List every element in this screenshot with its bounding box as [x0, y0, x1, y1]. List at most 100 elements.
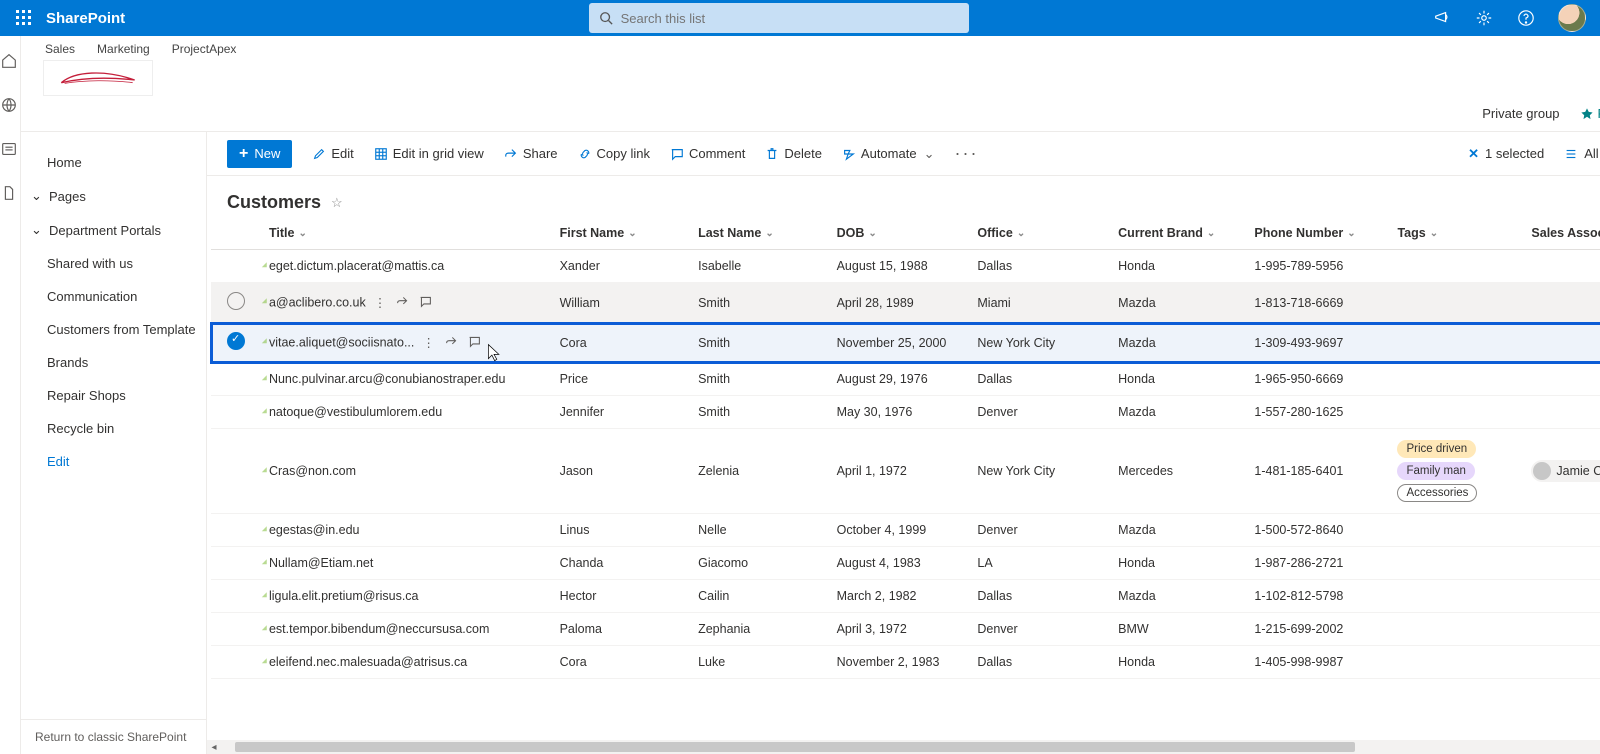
row-title[interactable]: egestas@in.edu [269, 523, 360, 537]
nav-item-recycle-bin[interactable]: Recycle bin [21, 412, 206, 445]
cell-first-name: Jennifer [552, 396, 691, 429]
nav-item-edit[interactable]: Edit [21, 445, 206, 478]
table-row[interactable]: eleifend.nec.malesuada@atrisus.caCoraLuk… [211, 646, 1600, 679]
globe-icon[interactable] [0, 96, 20, 116]
share-button[interactable]: Share [504, 146, 558, 161]
comment-button[interactable]: Comment [670, 146, 745, 161]
table-row[interactable]: natoque@vestibulumlorem.eduJenniferSmith… [211, 396, 1600, 429]
files-icon[interactable] [0, 184, 20, 204]
cell-dob: November 2, 1983 [829, 646, 970, 679]
settings-icon[interactable] [1474, 8, 1494, 28]
row-comment-icon[interactable] [468, 335, 481, 351]
cell-tags [1389, 363, 1523, 396]
row-title[interactable]: eget.dictum.placerat@mattis.ca [269, 259, 444, 273]
nav-item-home[interactable]: Home [21, 146, 206, 179]
nav-item-brands[interactable]: Brands [21, 346, 206, 379]
view-switcher[interactable]: All Items⌄ [1564, 146, 1600, 162]
row-more-icon[interactable]: ⋮ [422, 335, 435, 351]
cell-phone: 1-405-998-9987 [1246, 646, 1389, 679]
help-icon[interactable] [1516, 8, 1536, 28]
cell-tags [1389, 250, 1523, 283]
cell-first-name: Cora [552, 646, 691, 679]
col-header-tags[interactable]: Tags⌄ [1389, 217, 1523, 250]
table-row[interactable]: vitae.aliquet@sociisnato...⋮CoraSmithNov… [211, 323, 1600, 363]
table-row[interactable]: a@aclibero.co.uk⋮WilliamSmithApril 28, 1… [211, 283, 1600, 323]
selection-indicator[interactable]: ✕1 selected [1468, 146, 1544, 162]
table-row[interactable]: Nullam@Etiam.netChandaGiacomoAugust 4, 1… [211, 547, 1600, 580]
automate-button[interactable]: Automate⌄ [842, 146, 935, 162]
col-header-dob[interactable]: DOB⌄ [829, 217, 970, 250]
table-row[interactable]: egestas@in.eduLinusNelleOctober 4, 1999D… [211, 514, 1600, 547]
row-title[interactable]: eleifend.nec.malesuada@atrisus.ca [269, 655, 467, 669]
news-icon[interactable] [0, 140, 20, 160]
row-more-icon[interactable]: ⋮ [374, 295, 387, 311]
tag-pill[interactable]: Price driven [1397, 440, 1476, 458]
brand-label[interactable]: SharePoint [46, 10, 125, 27]
row-title[interactable]: Cras@non.com [269, 464, 356, 478]
table-row[interactable]: eget.dictum.placerat@mattis.caXanderIsab… [211, 250, 1600, 283]
row-share-icon[interactable] [445, 335, 458, 351]
col-header-current-brand[interactable]: Current Brand⌄ [1110, 217, 1246, 250]
user-avatar[interactable] [1558, 4, 1586, 32]
row-title[interactable]: ligula.elit.pretium@risus.ca [269, 589, 419, 603]
edit-grid-button[interactable]: Edit in grid view [374, 146, 484, 161]
copylink-button[interactable]: Copy link [578, 146, 650, 161]
row-title[interactable]: a@aclibero.co.uk [269, 295, 366, 309]
cell-sales-associate: Jamie Crust [1523, 429, 1600, 514]
nav-item-communication[interactable]: Communication [21, 280, 206, 313]
col-header-last-name[interactable]: Last Name⌄ [690, 217, 829, 250]
row-title[interactable]: natoque@vestibulumlorem.edu [269, 405, 442, 419]
site-logo[interactable] [43, 60, 153, 96]
table-row[interactable]: ligula.elit.pretium@risus.caHectorCailin… [211, 580, 1600, 613]
row-comment-icon[interactable] [419, 295, 432, 311]
cell-dob: October 4, 1999 [829, 514, 970, 547]
search-input[interactable] [621, 11, 959, 26]
nav-item-department-portals[interactable]: ⌄Department Portals [21, 213, 206, 247]
nav-item-repair-shops[interactable]: Repair Shops [21, 379, 206, 412]
megaphone-icon[interactable] [1432, 8, 1452, 28]
row-share-icon[interactable] [396, 295, 409, 311]
search-box[interactable] [589, 3, 969, 33]
col-header-title[interactable]: Title⌄ [261, 217, 552, 250]
return-classic-link[interactable]: Return to classic SharePoint [21, 719, 206, 754]
person-pill[interactable]: Jamie Crust [1531, 460, 1600, 482]
h-scrollbar[interactable]: ◂ ▸ [207, 740, 1600, 754]
table-row[interactable]: Nunc.pulvinar.arcu@conubianostraper.eduP… [211, 363, 1600, 396]
home-icon[interactable] [0, 52, 20, 72]
row-title[interactable]: est.tempor.bibendum@neccursusa.com [269, 622, 489, 636]
row-title[interactable]: Nunc.pulvinar.arcu@conubianostraper.edu [269, 372, 505, 386]
cell-tags [1389, 283, 1523, 323]
clear-selection-icon[interactable]: ✕ [1468, 146, 1479, 162]
row-title[interactable]: vitae.aliquet@sociisnato... [269, 335, 414, 349]
row-select-checked-icon[interactable] [227, 332, 245, 350]
cell-first-name: Paloma [552, 613, 691, 646]
new-button[interactable]: + New [227, 140, 292, 168]
edit-button[interactable]: Edit [312, 146, 353, 161]
col-header-office[interactable]: Office⌄ [969, 217, 1110, 250]
tag-pill[interactable]: Family man [1397, 462, 1474, 480]
cell-office: Dallas [969, 250, 1110, 283]
following-toggle[interactable]: Following [1580, 106, 1600, 121]
cell-brand: Mercedes [1110, 429, 1246, 514]
col-header-sales-associate[interactable]: Sales Associate⌄ [1523, 217, 1600, 250]
more-commands[interactable]: ··· [954, 143, 978, 164]
row-select-icon[interactable] [227, 292, 245, 310]
col-header-first-name[interactable]: First Name⌄ [552, 217, 691, 250]
delete-button[interactable]: Delete [765, 146, 822, 161]
site-link-projectapex[interactable]: ProjectApex [172, 42, 237, 56]
site-link-sales[interactable]: Sales [45, 42, 75, 56]
favorite-star-icon[interactable]: ☆ [331, 195, 343, 211]
cell-dob: April 28, 1989 [829, 283, 970, 323]
tag-pill[interactable]: Accessories [1397, 484, 1477, 502]
cell-phone: 1-102-812-5798 [1246, 580, 1389, 613]
table-row[interactable]: est.tempor.bibendum@neccursusa.com Paloma… [211, 613, 1600, 646]
app-launcher[interactable] [8, 2, 40, 34]
col-header-phone-number[interactable]: Phone Number⌄ [1246, 217, 1389, 250]
nav-item-customers-from-template[interactable]: Customers from Template [21, 313, 206, 346]
nav-item-shared-with-us[interactable]: Shared with us [21, 247, 206, 280]
nav-item-pages[interactable]: ⌄Pages [21, 179, 206, 213]
table-row[interactable]: Cras@non.comJasonZeleniaApril 1, 1972New… [211, 429, 1600, 514]
row-title[interactable]: Nullam@Etiam.net [269, 556, 373, 570]
site-link-marketing[interactable]: Marketing [97, 42, 150, 56]
list-scroll-region[interactable]: Title⌄First Name⌄Last Name⌄DOB⌄Office⌄Cu… [207, 217, 1600, 740]
